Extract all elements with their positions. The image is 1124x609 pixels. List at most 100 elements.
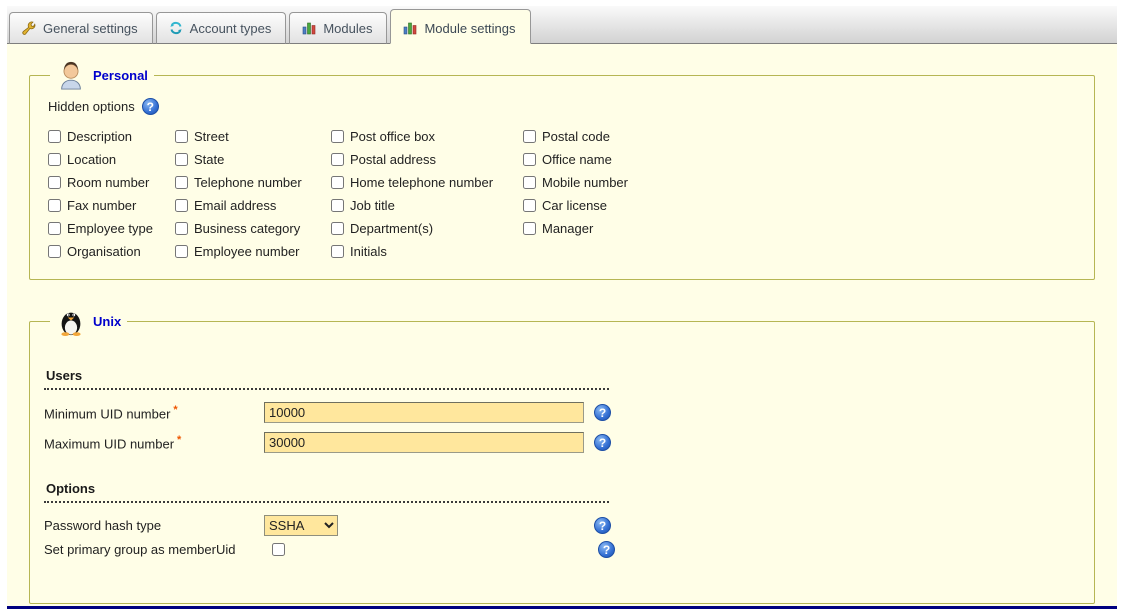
hidden-option-room-number[interactable]: Room number: [48, 175, 175, 190]
checkbox[interactable]: [523, 199, 536, 212]
checkbox-label: Employee number: [194, 244, 300, 259]
member-uid-row: Set primary group as memberUid ?: [44, 541, 1080, 558]
lam-settings-page: General settings Account types Modules Modu…: [7, 6, 1117, 609]
password-hash-control: SSHA: [264, 515, 594, 536]
tab-account-types[interactable]: Account types: [156, 12, 287, 44]
personal-fieldset: Personal Hidden options ? Description Str…: [29, 60, 1095, 280]
checkbox[interactable]: [523, 153, 536, 166]
hidden-option-street[interactable]: Street: [175, 129, 331, 144]
checkbox[interactable]: [48, 245, 61, 258]
hidden-option-postal-address[interactable]: Postal address: [331, 152, 523, 167]
hidden-option-location[interactable]: Location: [48, 152, 175, 167]
module-settings-icon: [402, 20, 418, 36]
hidden-option-organisation[interactable]: Organisation: [48, 244, 175, 259]
users-section-header: Users: [44, 366, 609, 390]
checkbox[interactable]: [48, 176, 61, 189]
help-icon[interactable]: ?: [594, 517, 611, 534]
max-uid-control: [264, 432, 594, 453]
tab-label: General settings: [43, 21, 138, 36]
tab-module-settings[interactable]: Module settings: [390, 9, 530, 44]
hidden-option-telephone-number[interactable]: Telephone number: [175, 175, 331, 190]
min-uid-control: [264, 402, 594, 423]
hidden-option-initials[interactable]: Initials: [331, 244, 523, 259]
tux-penguin-icon: [56, 306, 86, 336]
checkbox-label: State: [194, 152, 224, 167]
hidden-option-description[interactable]: Description: [48, 129, 175, 144]
hidden-option-department-s-[interactable]: Department(s): [331, 221, 523, 236]
checkbox[interactable]: [175, 199, 188, 212]
tab-general-settings[interactable]: General settings: [9, 12, 153, 44]
password-hash-label: Password hash type: [44, 518, 264, 533]
checkbox[interactable]: [331, 222, 344, 235]
hidden-option-home-telephone-number[interactable]: Home telephone number: [331, 175, 523, 190]
checkbox[interactable]: [48, 153, 61, 166]
tab-label: Account types: [190, 21, 272, 36]
unix-legend-label: Unix: [93, 314, 121, 329]
help-icon[interactable]: ?: [594, 434, 611, 451]
checkbox[interactable]: [523, 130, 536, 143]
personal-legend-label: Personal: [93, 68, 148, 83]
hidden-option-fax-number[interactable]: Fax number: [48, 198, 175, 213]
checkbox-label: Post office box: [350, 129, 435, 144]
hidden-option-email-address[interactable]: Email address: [175, 198, 331, 213]
hidden-option-employee-number[interactable]: Employee number: [175, 244, 331, 259]
checkbox[interactable]: [175, 222, 188, 235]
help-icon[interactable]: ?: [142, 98, 159, 115]
hidden-option-business-category[interactable]: Business category: [175, 221, 331, 236]
hidden-option-mobile-number[interactable]: Mobile number: [523, 175, 1080, 190]
checkbox-label: Email address: [194, 198, 276, 213]
hidden-option-job-title[interactable]: Job title: [331, 198, 523, 213]
checkbox-label: Mobile number: [542, 175, 628, 190]
checkbox[interactable]: [331, 176, 344, 189]
checkbox-label: Employee type: [67, 221, 153, 236]
checkbox[interactable]: [48, 130, 61, 143]
checkbox[interactable]: [175, 176, 188, 189]
help-icon[interactable]: ?: [594, 404, 611, 421]
checkbox[interactable]: [331, 245, 344, 258]
hidden-option-postal-code[interactable]: Postal code: [523, 129, 1080, 144]
required-marker: *: [173, 404, 177, 416]
hidden-options-row: Hidden options ?: [48, 98, 1080, 115]
checkbox-label: Business category: [194, 221, 300, 236]
hidden-option-state[interactable]: State: [175, 152, 331, 167]
checkbox[interactable]: [331, 199, 344, 212]
hidden-option-car-license[interactable]: Car license: [523, 198, 1080, 213]
checkbox-label: Street: [194, 129, 229, 144]
modules-icon: [301, 20, 317, 36]
checkbox-label: Postal code: [542, 129, 610, 144]
account-types-icon: [168, 20, 184, 36]
checkbox-label: Description: [67, 129, 132, 144]
checkbox[interactable]: [48, 222, 61, 235]
password-hash-select[interactable]: SSHA: [264, 515, 338, 536]
hidden-option-employee-type[interactable]: Employee type: [48, 221, 175, 236]
checkbox[interactable]: [331, 153, 344, 166]
checkbox-label: Job title: [350, 198, 395, 213]
personal-legend: Personal: [50, 60, 154, 90]
help-icon[interactable]: ?: [598, 541, 615, 558]
checkbox-label: Department(s): [350, 221, 433, 236]
tab-modules[interactable]: Modules: [289, 12, 387, 44]
checkbox[interactable]: [175, 130, 188, 143]
checkbox[interactable]: [523, 222, 536, 235]
checkbox-label: Office name: [542, 152, 612, 167]
checkbox[interactable]: [48, 199, 61, 212]
checkbox[interactable]: [523, 176, 536, 189]
unix-fieldset: Unix Users Minimum UID number* ? Maximum…: [29, 306, 1095, 604]
max-uid-input[interactable]: [264, 432, 584, 453]
checkbox-label: Postal address: [350, 152, 436, 167]
checkbox[interactable]: [175, 153, 188, 166]
hidden-option-office-name[interactable]: Office name: [523, 152, 1080, 167]
min-uid-input[interactable]: [264, 402, 584, 423]
checkbox[interactable]: [331, 130, 344, 143]
max-uid-row: Maximum UID number* ?: [44, 432, 1080, 453]
hidden-options-label: Hidden options: [48, 99, 135, 114]
checkbox-label: Initials: [350, 244, 387, 259]
hidden-options-grid: Description Street Post office box Postal c…: [48, 129, 1080, 259]
password-hash-row: Password hash type SSHA ?: [44, 515, 1080, 536]
member-uid-checkbox[interactable]: [272, 543, 285, 556]
tab-bar: General settings Account types Modules Modu…: [7, 6, 1117, 44]
checkbox[interactable]: [175, 245, 188, 258]
tab-label: Module settings: [424, 21, 515, 36]
hidden-option-post-office-box[interactable]: Post office box: [331, 129, 523, 144]
hidden-option-manager[interactable]: Manager: [523, 221, 1080, 236]
